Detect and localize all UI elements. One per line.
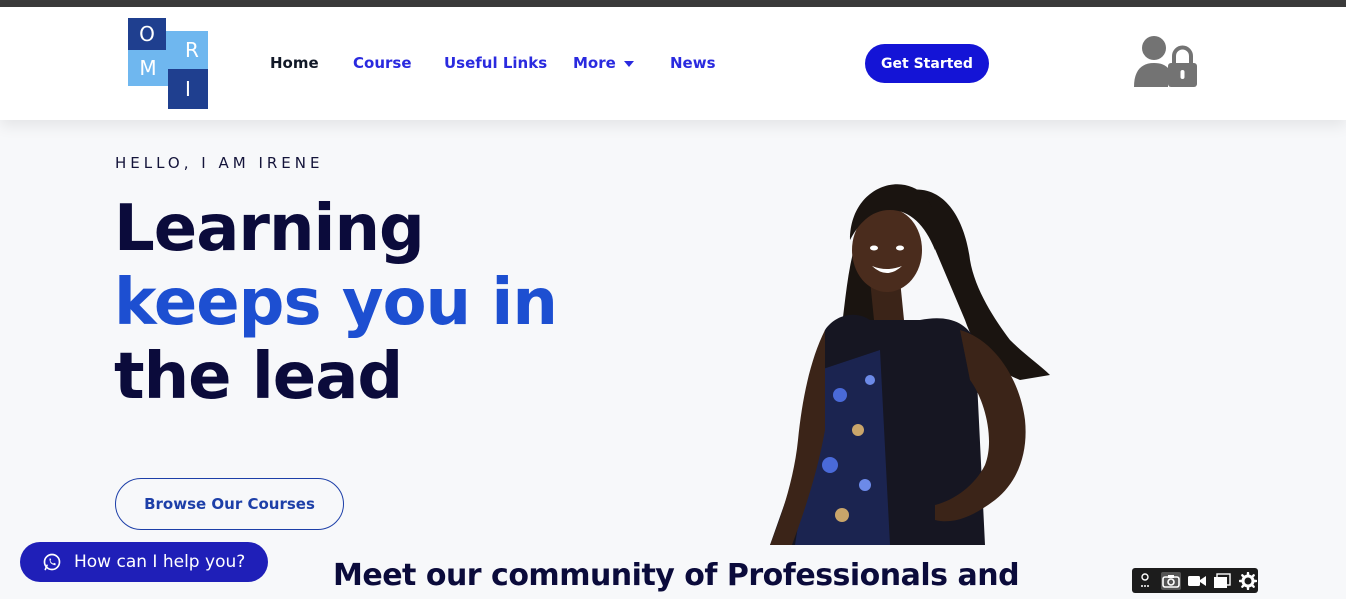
nav-useful-links[interactable]: Useful Links (444, 54, 547, 72)
window-icon[interactable] (1213, 572, 1233, 590)
hero-title-line3: the lead (114, 340, 403, 414)
logo-letter-i: I (168, 69, 208, 109)
hero-eyebrow: HELLO, I AM IRENE (115, 154, 324, 172)
community-heading: Meet our community of Professionals and (333, 558, 1020, 593)
screen-capture-toolbar (1132, 568, 1258, 593)
nav-course[interactable]: Course (353, 54, 412, 72)
camera-icon[interactable] (1160, 571, 1181, 590)
hero-title-line1: Learning (114, 192, 425, 266)
extension-icon[interactable] (1135, 572, 1155, 590)
gear-icon[interactable] (1238, 571, 1258, 590)
nav-news[interactable]: News (670, 54, 716, 72)
hero-title-line2: keeps you in (114, 266, 558, 340)
logo-letter-m: M (128, 50, 168, 86)
video-icon[interactable] (1187, 572, 1207, 590)
nav-more[interactable]: More (573, 54, 634, 72)
chevron-down-icon (623, 60, 634, 67)
hero-title: Learning keeps you in the lead (114, 192, 558, 414)
browser-top-strip (0, 0, 1346, 7)
woman-portrait-image (770, 180, 1090, 545)
nav-home[interactable]: Home (270, 54, 319, 72)
ormi-logo[interactable]: R O M I (128, 18, 208, 109)
logo-letter-o: O (128, 18, 166, 50)
user-lock-icon[interactable] (1133, 35, 1199, 87)
get-started-button[interactable]: Get Started (865, 44, 989, 83)
chat-help-button[interactable]: How can I help you? (20, 542, 268, 582)
whatsapp-icon (43, 553, 61, 571)
site-header: R O M I Home Course Useful Links More Ne… (0, 7, 1346, 120)
nav-more-label: More (573, 54, 616, 72)
browse-courses-button[interactable]: Browse Our Courses (115, 478, 344, 530)
chat-help-label: How can I help you? (74, 552, 246, 572)
